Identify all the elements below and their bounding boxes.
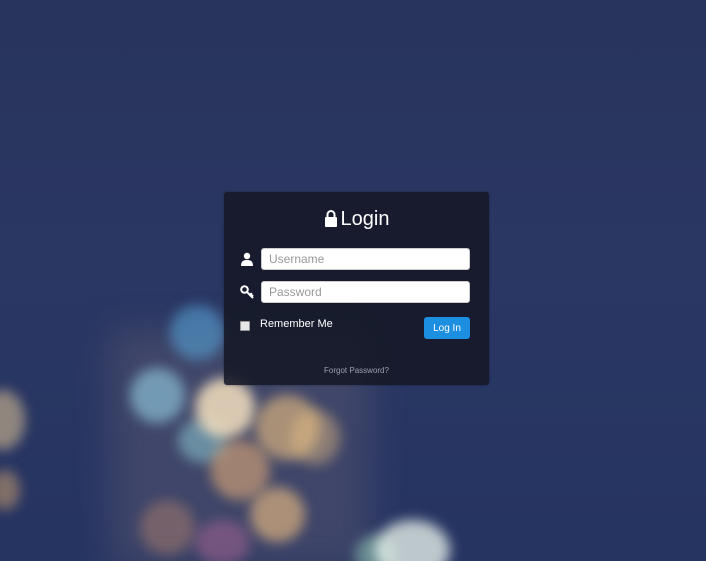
- username-row: [238, 248, 476, 271]
- forgot-password-link[interactable]: Forgot Password?: [224, 366, 489, 375]
- login-button[interactable]: Log In: [424, 317, 470, 339]
- lock-icon: [324, 210, 337, 227]
- username-input[interactable]: [261, 248, 470, 270]
- password-input[interactable]: [261, 281, 470, 303]
- remember-me-checkbox-wrap: [240, 319, 250, 333]
- key-icon: [240, 285, 254, 299]
- login-panel: Login Remember Me Log In Forgot Password…: [224, 192, 489, 385]
- user-icon: [241, 252, 253, 266]
- password-row: [238, 281, 476, 304]
- login-title: Login: [224, 206, 489, 232]
- remember-me-checkbox[interactable]: [240, 321, 250, 331]
- remember-me-label[interactable]: Remember Me: [260, 318, 333, 330]
- login-title-text: Login: [340, 207, 390, 230]
